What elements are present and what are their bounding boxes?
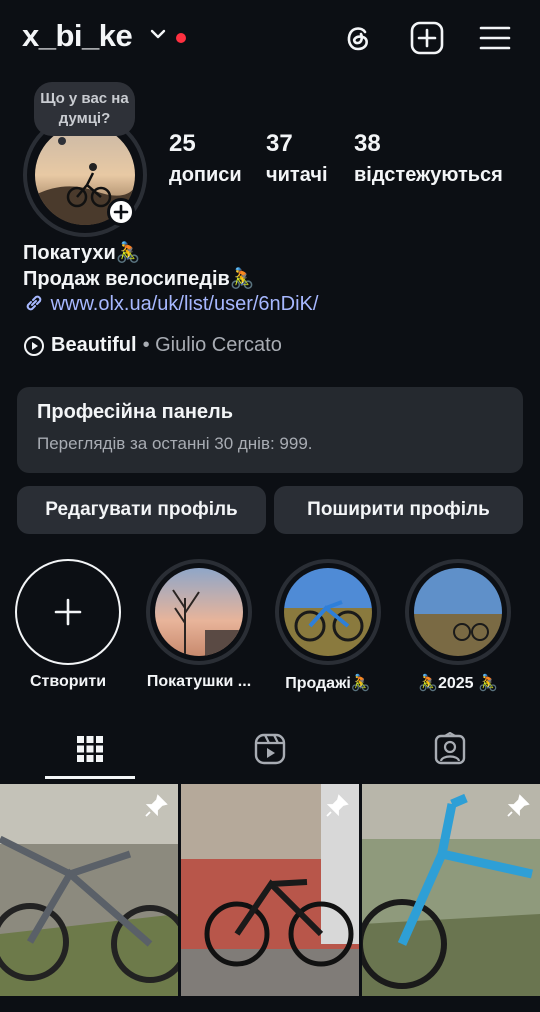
bio-line: Покатухи🚴: [23, 242, 141, 264]
note-bubble-tail: [58, 137, 66, 145]
highlight-item[interactable]: Продажі🚴: [275, 559, 381, 693]
bio-link-text: www.olx.ua/uk/list/user/6nDiK/: [50, 293, 319, 315]
pin-icon: [326, 794, 349, 817]
top-bar: x_bi_ke: [0, 0, 540, 78]
bio-link[interactable]: www.olx.ua/uk/list/user/6nDiK/: [23, 292, 318, 316]
grid-icon: [77, 736, 103, 762]
music-artist: • Giulio Cercato: [142, 334, 282, 356]
pin-icon: [507, 794, 530, 817]
highlight-ring: [275, 559, 381, 665]
highlight-ring: [405, 559, 511, 665]
username[interactable]: x_bi_ke: [22, 18, 133, 54]
highlight-item[interactable]: 🚴2025 🚴: [405, 559, 511, 693]
professional-dashboard[interactable]: Професійна панель Переглядів за останні …: [17, 387, 523, 473]
highlight-new[interactable]: Створити: [15, 559, 121, 691]
music-title: Beautiful: [51, 334, 137, 356]
threads-icon[interactable]: [340, 20, 376, 56]
post-thumbnail[interactable]: [0, 784, 178, 996]
highlight-label: Продажі🚴: [285, 675, 371, 692]
highlight-new-ring: [15, 559, 121, 665]
share-profile-button[interactable]: Поширити профіль: [274, 486, 523, 534]
stat-value: 37: [266, 130, 293, 157]
stat-followers[interactable]: 37 читачі: [266, 130, 328, 187]
highlight-label: 🚴2025 🚴: [418, 675, 498, 692]
tab-grid[interactable]: [45, 718, 135, 780]
play-icon: [24, 335, 44, 356]
plus-icon: [54, 598, 82, 626]
notification-dot: [176, 33, 186, 43]
menu-icon[interactable]: [477, 20, 513, 56]
highlight-cover: [414, 568, 502, 656]
highlight-cover: [284, 568, 372, 656]
tab-reels[interactable]: [225, 718, 315, 780]
post-thumbnail[interactable]: [362, 784, 540, 996]
highlight-label: Покатушки ...: [146, 673, 252, 690]
edit-profile-button[interactable]: Редагувати профіль: [17, 486, 266, 534]
highlight-ring: [146, 559, 252, 665]
stat-posts[interactable]: 25 дописи: [169, 130, 242, 187]
pro-panel-subtitle: Переглядів за останні 30 днів: 999.: [37, 434, 313, 453]
profile-tabs: [0, 718, 540, 780]
stat-value: 38: [354, 130, 381, 157]
reels-icon: [254, 733, 286, 765]
note-bubble[interactable]: Що у вас на думці?: [34, 82, 135, 136]
chevron-down-icon[interactable]: [150, 28, 166, 40]
highlight-item[interactable]: Покатушки ...: [140, 559, 258, 691]
stat-label: дописи: [169, 164, 242, 186]
tab-tagged[interactable]: [405, 718, 495, 780]
add-story-button[interactable]: [107, 198, 135, 226]
stat-value: 25: [169, 130, 196, 157]
bio-line: Продаж велосипедів🚴: [23, 268, 255, 290]
stat-label: відстежуються: [354, 164, 503, 186]
create-plus-icon[interactable]: [409, 20, 445, 56]
tagged-icon: [434, 732, 466, 765]
post-thumbnail[interactable]: [181, 784, 359, 996]
link-icon: [26, 295, 42, 311]
stat-following[interactable]: 38 відстежуються: [354, 130, 503, 187]
profile-music[interactable]: Beautiful • Giulio Cercato: [23, 334, 282, 357]
highlight-label: Створити: [29, 673, 107, 690]
pro-panel-title: Професійна панель: [37, 401, 234, 423]
highlight-cover: [155, 568, 243, 656]
stat-label: читачі: [266, 164, 328, 186]
pin-icon: [145, 794, 168, 817]
plus-icon: [113, 204, 129, 220]
active-tab-indicator: [45, 776, 135, 779]
